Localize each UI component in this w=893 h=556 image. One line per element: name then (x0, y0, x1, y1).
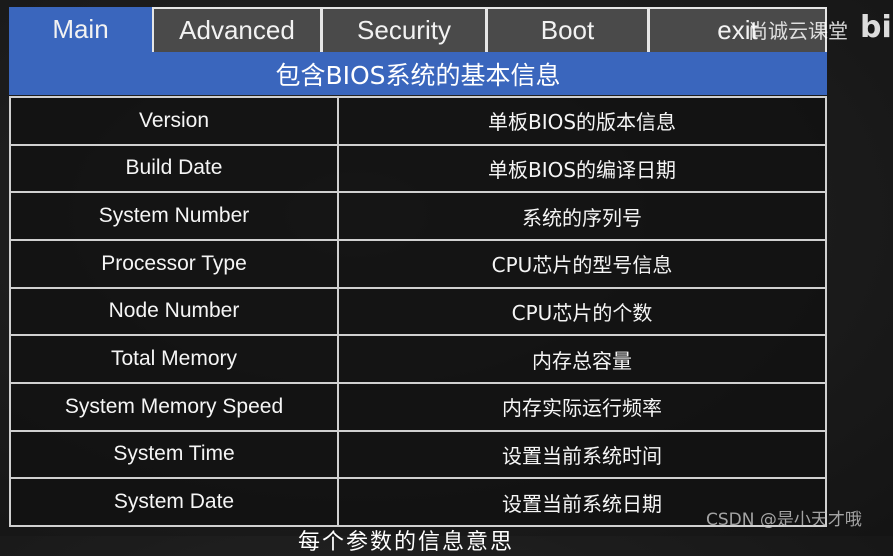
row-key: Processor Type (9, 238, 339, 289)
table-row: System Date 设置当前系统日期 (9, 477, 827, 527)
csdn-watermark: CSDN @是小天才哦 (706, 510, 862, 530)
row-key: Total Memory (9, 334, 339, 384)
row-value: 系统的序列号 (337, 191, 827, 241)
video-caption: 每个参数的信息意思 (298, 530, 515, 555)
row-value: 单板BIOS的编译日期 (337, 143, 827, 194)
table-row: Version 单板BIOS的版本信息 (9, 96, 827, 146)
section-header: 包含BIOS系统的基本信息 (9, 52, 827, 95)
row-value: 内存实际运行频率 (337, 381, 827, 432)
table-row: System Number 系统的序列号 (9, 191, 827, 241)
table-row: System Memory Speed 内存实际运行频率 (9, 381, 827, 432)
watermark-text: 尚诚云课堂 (748, 19, 848, 43)
tab-bar: Main Advanced Security Boot exit (9, 7, 827, 52)
tab-main[interactable]: Main (9, 7, 152, 52)
tab-boot[interactable]: Boot (486, 7, 649, 52)
tab-security[interactable]: Security (321, 7, 487, 52)
row-key: System Number (9, 191, 339, 241)
table-row: Total Memory 内存总容量 (9, 334, 827, 384)
row-key: Build Date (9, 143, 339, 194)
row-value: CPU芯片的个数 (337, 286, 827, 337)
table-row: System Time 设置当前系统时间 (9, 429, 827, 480)
row-value: 内存总容量 (337, 334, 827, 384)
row-key: Node Number (9, 286, 339, 337)
row-key: System Memory Speed (9, 381, 339, 432)
section-title: 包含BIOS系统的基本信息 (275, 60, 561, 90)
table-row: Node Number CPU芯片的个数 (9, 286, 827, 337)
table-row: Processor Type CPU芯片的型号信息 (9, 238, 827, 289)
bilibili-logo-icon: bil (860, 10, 893, 45)
row-key: Version (9, 96, 339, 146)
table-row: Build Date 单板BIOS的编译日期 (9, 143, 827, 194)
row-value: 设置当前系统时间 (337, 429, 827, 480)
row-key: System Time (9, 429, 339, 480)
row-key: System Date (9, 477, 339, 527)
info-table: Version 单板BIOS的版本信息 Build Date 单板BIOS的编译日期 S… (9, 96, 827, 527)
row-value: 单板BIOS的版本信息 (337, 96, 827, 146)
tab-advanced[interactable]: Advanced (152, 7, 322, 52)
row-value: CPU芯片的型号信息 (337, 238, 827, 289)
